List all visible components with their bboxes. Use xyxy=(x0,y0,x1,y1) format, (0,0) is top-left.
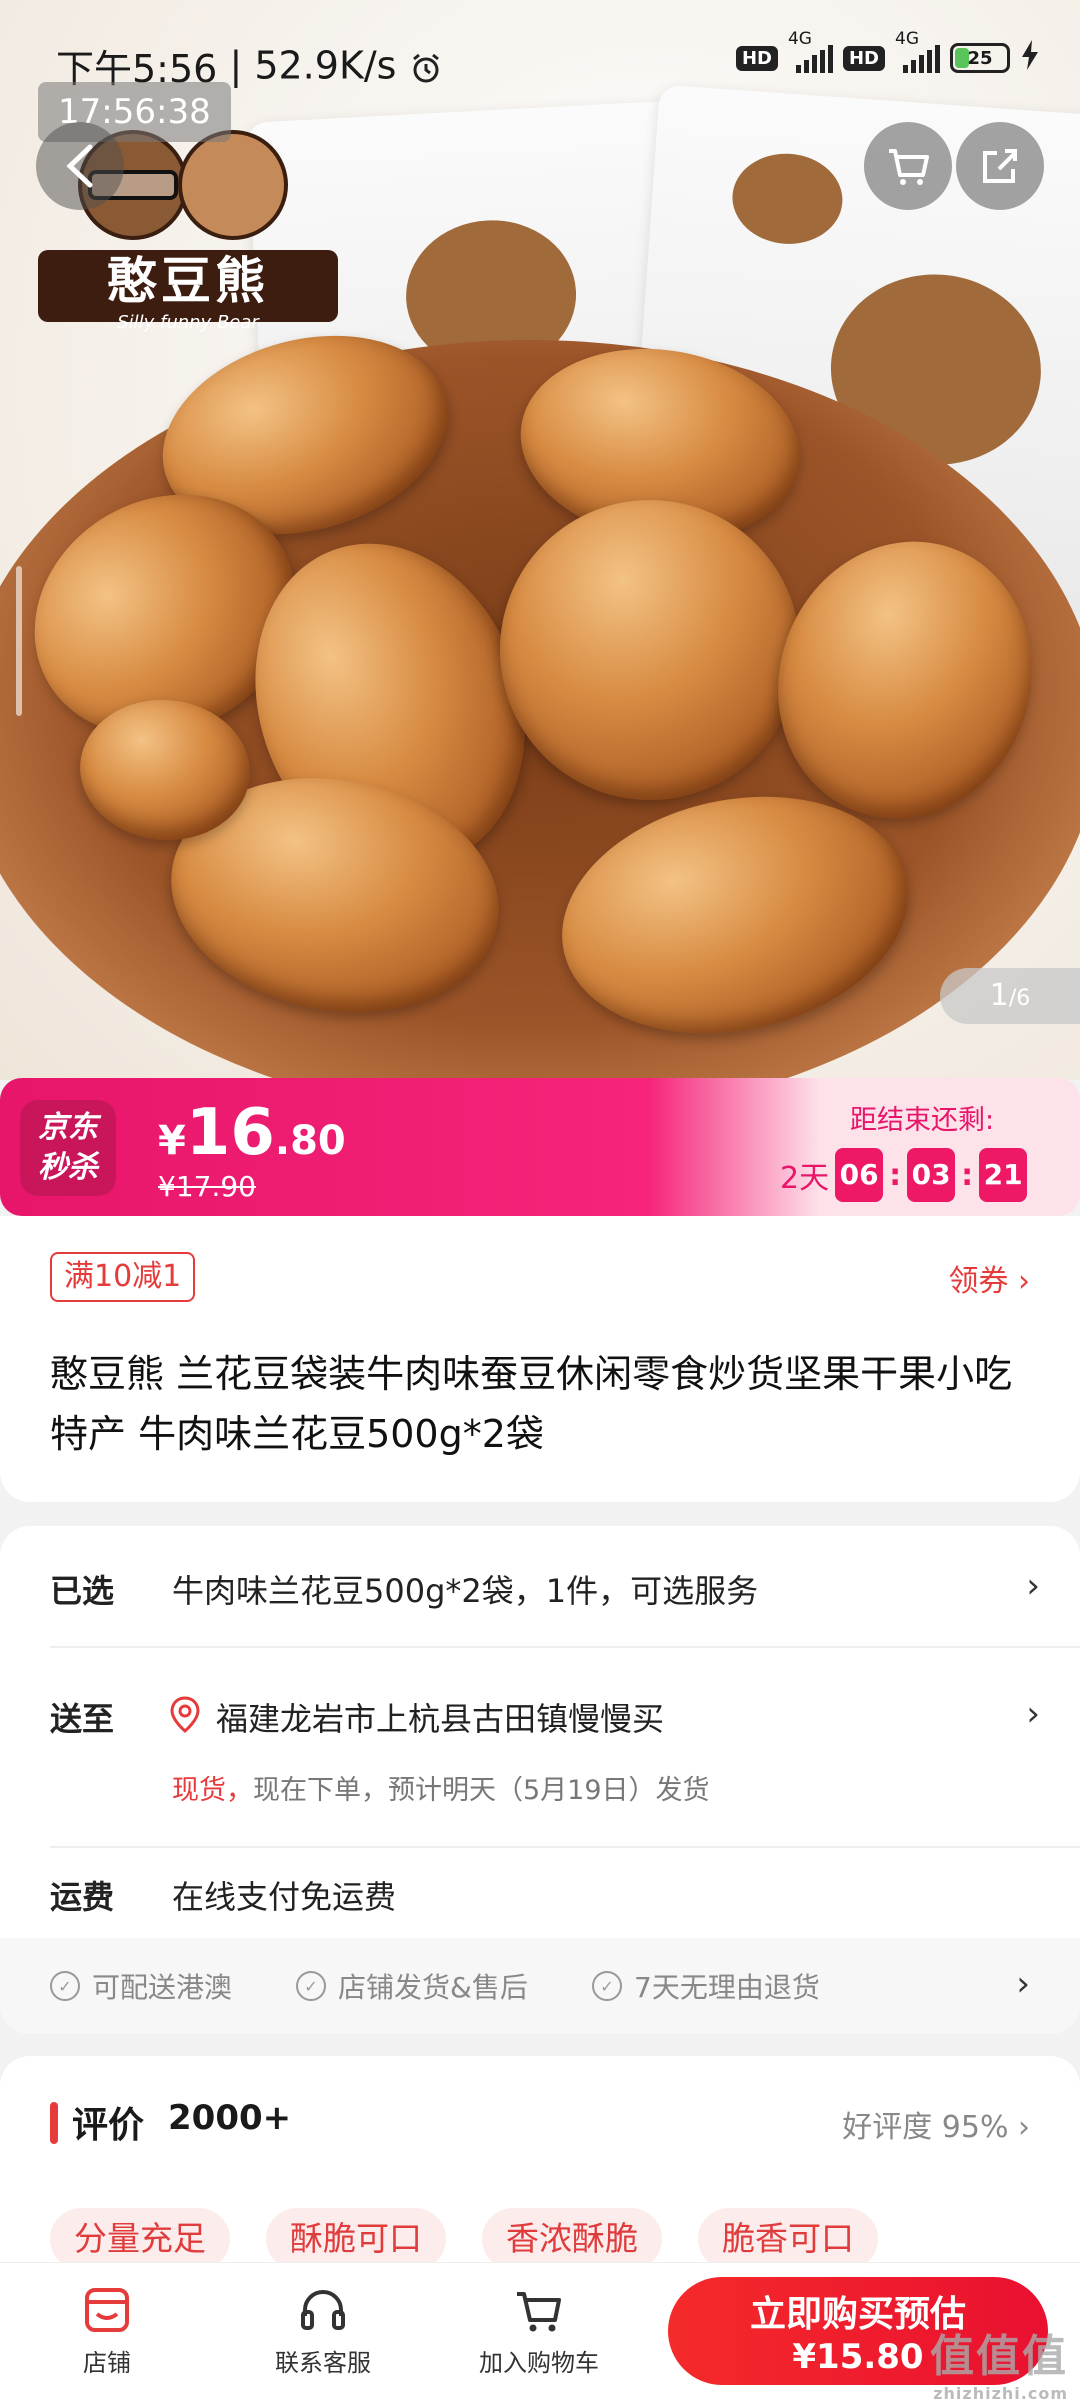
add-to-cart-button[interactable]: 加入购物车 xyxy=(464,2277,614,2378)
countdown-hours: 06 xyxy=(835,1148,884,1202)
location-pin-icon xyxy=(168,1696,202,1742)
product-page: 憨豆熊 Silly funny Bear 1/6 下午5:56 | 52.9K/… xyxy=(0,0,1080,2400)
countdown-timer: 2天 06 : 03 : 21 xyxy=(780,1148,1028,1202)
edge-handle xyxy=(16,566,22,716)
chevron-right-icon: › xyxy=(1016,1964,1030,2004)
selected-label: 已选 xyxy=(50,1572,115,1610)
delivery-address: 福建龙岩市上杭县古田镇慢慢买 xyxy=(216,1700,665,1738)
section-accent-bar xyxy=(50,2102,58,2144)
service-item: ✓ 店铺发货&售后 xyxy=(296,1966,528,2006)
check-circle-icon: ✓ xyxy=(592,1971,622,2001)
review-tag[interactable]: 脆香可口 xyxy=(698,2208,878,2270)
countdown-seconds: 21 xyxy=(979,1148,1028,1202)
hd-icon: HD xyxy=(842,45,885,71)
original-price: ¥17.90 xyxy=(158,1170,256,1203)
review-tag[interactable]: 分量充足 xyxy=(50,2208,230,2270)
get-coupon-link[interactable]: 领券 › xyxy=(948,1256,1030,1300)
selected-value: 牛肉味兰花豆500g*2袋，1件，可选服务 xyxy=(172,1572,759,1610)
add-to-cart-label: 加入购物车 xyxy=(479,2349,599,2377)
divider xyxy=(50,1646,1080,1648)
watermark: 值值值 zhizhizhi.com xyxy=(930,2331,1068,2400)
flash-sale-banner: 京东 秒杀 ¥16.80 ¥17.90 距结束还剩: 2天 06 : 03 : … xyxy=(0,1078,1080,1216)
shop-icon xyxy=(32,2277,182,2343)
freight-value: 在线支付免运费 xyxy=(172,1878,397,1916)
review-tag[interactable]: 酥脆可口 xyxy=(266,2208,446,2270)
signal-icon: 4G xyxy=(895,29,940,73)
freight-label: 运费 xyxy=(50,1878,115,1916)
shop-button[interactable]: 店铺 xyxy=(32,2277,182,2378)
sale-price: ¥16.80 xyxy=(158,1096,346,1170)
network-speed: 52.9K/s xyxy=(254,43,397,88)
cart-button[interactable] xyxy=(864,122,952,210)
product-title: 憨豆熊 兰花豆袋装牛肉味蚕豆休闲零食炒货坚果干果小吃特产 牛肉味兰花豆500g*… xyxy=(50,1352,1013,1456)
hd-icon: HD xyxy=(735,45,778,71)
brand-subtitle: Silly funny Bear xyxy=(117,312,259,333)
customer-service-label: 联系客服 xyxy=(275,2349,371,2377)
alarm-icon xyxy=(409,44,443,88)
charging-icon xyxy=(1020,40,1040,76)
back-button[interactable] xyxy=(36,122,124,210)
review-tag[interactable]: 香浓酥脆 xyxy=(482,2208,662,2270)
share-icon xyxy=(983,149,1017,183)
reviews-title: 评价 xyxy=(72,2105,145,2146)
headset-icon xyxy=(248,2277,398,2343)
shop-label: 店铺 xyxy=(83,2349,131,2377)
shipping-estimate: 现货，现在下单，预计明天（5月19日）发货 xyxy=(172,1775,710,1806)
divider xyxy=(50,1846,1080,1848)
countdown-label: 距结束还剩: xyxy=(850,1105,995,1136)
jd-flash-sale-logo: 京东 秒杀 xyxy=(20,1100,116,1196)
stock-status: 现货， xyxy=(172,1775,253,1806)
chevron-right-icon: › xyxy=(1026,1566,1040,1606)
cart-icon xyxy=(464,2277,614,2343)
coupon-tag[interactable]: 满10减1 xyxy=(50,1252,196,1302)
product-info-card: 满10减1 领券 › 憨豆熊 兰花豆袋装牛肉味蚕豆休闲零食炒货坚果干果小吃特产 … xyxy=(0,1216,1080,1502)
bottom-action-bar: 店铺 联系客服 加入购物车 立即购买预估 ¥15.80 xyxy=(0,2262,1080,2400)
chevron-right-icon: › xyxy=(1026,1694,1040,1734)
battery-icon: 25 xyxy=(950,43,1010,73)
signal-icon: 4G xyxy=(788,29,833,73)
image-counter: 1/6 xyxy=(940,968,1080,1024)
customer-service-button[interactable]: 联系客服 xyxy=(248,2277,398,2378)
service-guarantees[interactable]: ✓ 可配送港澳 ✓ 店铺发货&售后 ✓ 7天无理由退货 › xyxy=(0,1938,1080,2034)
service-item: ✓ 7天无理由退货 xyxy=(592,1966,820,2006)
check-circle-icon: ✓ xyxy=(296,1971,326,2001)
reviews-count: 2000+ xyxy=(168,2098,292,2138)
countdown-area: 距结束还剩: 2天 06 : 03 : 21 xyxy=(780,1090,1080,1216)
chevron-left-icon xyxy=(66,144,93,188)
share-button[interactable] xyxy=(956,122,1044,210)
positive-rate-link[interactable]: 好评度 95% › xyxy=(842,2102,1030,2146)
check-circle-icon: ✓ xyxy=(50,1971,80,2001)
service-item: ✓ 可配送港澳 xyxy=(50,1966,232,2006)
countdown-days: 2天 xyxy=(780,1161,830,1196)
cart-icon xyxy=(889,149,929,185)
countdown-minutes: 03 xyxy=(907,1148,956,1202)
delivery-label: 送至 xyxy=(50,1700,115,1738)
